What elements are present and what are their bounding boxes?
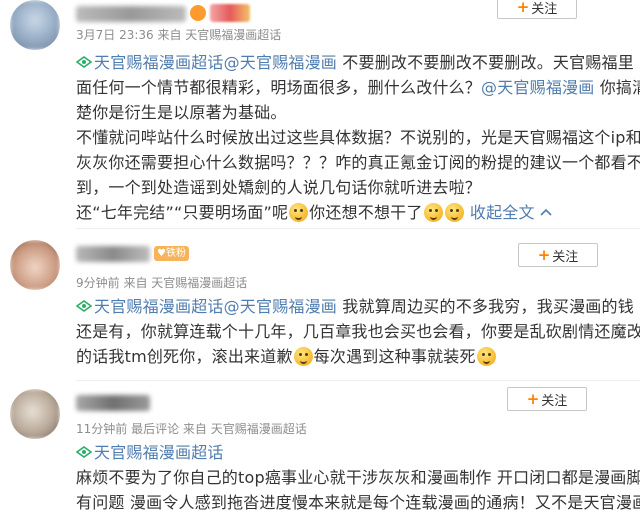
post-content: 天官赐福漫画超话@天官赐福漫画 我就算周边买的不多我穷，我买漫画的钱 还是有，你… [76, 294, 640, 369]
emoji-icon [476, 347, 496, 366]
content-text: 不要删改不要删改不要删改。天官赐福里 [337, 53, 634, 72]
content-text: 你搞清 [599, 78, 640, 97]
content-line: 天官赐福漫画超话 [76, 440, 636, 465]
content-text: 我就算周边买的不多我穷，我买漫画的钱 [337, 297, 634, 316]
collapse-link[interactable]: 收起全文 [470, 203, 535, 222]
follow-button[interactable]: + 关注 [507, 387, 587, 411]
avatar[interactable] [10, 389, 60, 439]
divider [76, 380, 640, 381]
topic-link[interactable]: 天官赐福漫画超话 [76, 53, 224, 72]
emoji-icon [293, 347, 313, 366]
avatar[interactable] [10, 240, 60, 290]
content-line: 不懂就问哔站什么时候放出过这些具体数据？不说别的，光是天官赐福这个ip和 [76, 128, 640, 147]
follow-button[interactable]: + 关注 [518, 243, 598, 267]
content-text: 你还想不想干了 [309, 203, 423, 222]
follow-label: 关注 [531, 1, 558, 17]
plus-icon: + [516, 0, 530, 16]
emoji-icon [289, 203, 309, 222]
supertopic-icon [76, 300, 92, 312]
plus-icon: + [537, 246, 551, 264]
content-text: 的话我tm创死你，滚出来道歉 [76, 347, 293, 366]
content-line: 有问题 漫画令人感到拖沓进度慢本来就是每个连载漫画的通病！又不是天官漫画 [76, 493, 640, 512]
emoji-icon [423, 203, 443, 222]
mention-link[interactable]: @天官赐福漫画 [481, 78, 594, 97]
username-blurred[interactable] [76, 6, 186, 22]
content-line: 天官赐福漫画超话@天官赐福漫画 不要删改不要删改不要删改。天官赐福里 [76, 50, 636, 75]
content-line: 天官赐福漫画超话@天官赐福漫画 我就算周边买的不多我穷，我买漫画的钱 [76, 294, 636, 319]
follow-button[interactable]: + 关注 [497, 0, 577, 19]
content-text: 面任何一个情节都很精彩，明场面很多，删什么改什么？ [76, 78, 482, 97]
post-content: 天官赐福漫画超话 麻烦不要为了你自己的top癌事业心就干涉灰灰和漫画制作 开口闭… [76, 440, 640, 515]
verified-badge [190, 5, 206, 21]
fan-badge: ♥铁粉 [154, 246, 189, 261]
content-line: 的话我tm创死你，滚出来道歉 每次遇到这种事就装死 [76, 344, 636, 369]
emoji-badges [210, 4, 250, 22]
avatar[interactable] [10, 0, 60, 50]
topic-link[interactable]: 天官赐福漫画超话 [76, 443, 224, 462]
content-line: 麻烦不要为了你自己的top癌事业心就干涉灰灰和漫画制作 开口闭口都是漫画脚本 [76, 468, 640, 487]
content-line: 灰灰你还需要担心什么数据吗？？？咋的真正氪金订阅的粉提的建议一个都看不 [76, 153, 640, 172]
plus-icon: + [526, 390, 540, 408]
topic-link[interactable]: 天官赐福漫画超话 [76, 297, 224, 316]
emoji-icon [444, 203, 464, 222]
post-meta: 11分钟前 最后评论 来自 天官赐福漫画超话 [76, 422, 307, 436]
content-line: 楚你是衍生是以原著为基础。 [76, 103, 287, 122]
content-line: 还“七年完结”“只要明场面”呢 你还想不想干了 收起全文 [76, 200, 636, 225]
username-blurred[interactable] [76, 395, 150, 411]
supertopic-icon [76, 446, 92, 458]
post-meta: 3月7日 23:36 来自 天官赐福漫画超话 [76, 28, 282, 42]
content-text: 每次遇到这种事就装死 [313, 347, 476, 366]
mention-link[interactable]: @天官赐福漫画 [224, 297, 337, 316]
chevron-up-icon[interactable] [540, 207, 552, 217]
supertopic-icon [76, 56, 92, 68]
heart-icon: ♥ [157, 248, 166, 259]
username-blurred[interactable] [76, 246, 150, 262]
content-text: 还“七年完结”“只要明场面”呢 [76, 203, 289, 222]
divider [76, 228, 640, 229]
post-meta: 9分钟前 来自 天官赐福漫画超话 [76, 276, 248, 290]
follow-label: 关注 [552, 249, 579, 265]
content-line: 还是有，你就算连载个十几年，几百章我也会买也会看，你要是乱砍剧情还魔改 [76, 322, 640, 341]
content-line: 面任何一个情节都很精彩，明场面很多，删什么改什么？@天官赐福漫画 你搞清 [76, 75, 640, 100]
content-line: 到，一个到处造谣到处矯劍的人说几句话你就听进去啦？ [76, 178, 482, 197]
follow-label: 关注 [541, 393, 568, 409]
mention-link[interactable]: @天官赐福漫画 [224, 53, 337, 72]
post-content: 天官赐福漫画超话@天官赐福漫画 不要删改不要删改不要删改。天官赐福里 面任何一个… [76, 50, 640, 225]
